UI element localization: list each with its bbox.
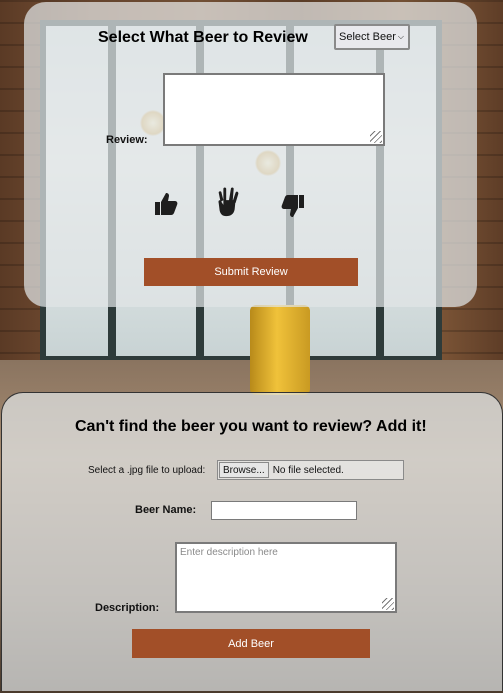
thumbs-down-icon[interactable] bbox=[278, 191, 308, 221]
review-textarea[interactable] bbox=[163, 73, 385, 146]
add-beer-title: Can't find the beer you want to review? … bbox=[75, 418, 427, 435]
file-status: No file selected. bbox=[272, 464, 344, 476]
file-upload-input[interactable]: Browse... No file selected. bbox=[217, 460, 404, 480]
resize-grip-icon[interactable] bbox=[382, 598, 394, 610]
beer-name-input[interactable] bbox=[211, 501, 357, 520]
yellow-keg bbox=[250, 305, 310, 395]
beer-select[interactable]: Select Beer ⌵ bbox=[334, 24, 410, 50]
description-placeholder: Enter description here bbox=[180, 547, 278, 558]
review-title: Select What Beer to Review bbox=[98, 29, 308, 46]
vulcan-salute-icon[interactable] bbox=[214, 187, 244, 217]
beer-name-label: Beer Name: bbox=[135, 504, 197, 516]
chevron-down-icon: ⌵ bbox=[397, 32, 404, 41]
file-upload-label: Select a .jpg file to upload: bbox=[88, 465, 206, 476]
add-beer-button[interactable]: Add Beer bbox=[132, 629, 370, 658]
thumbs-up-icon[interactable] bbox=[151, 189, 181, 219]
browse-button[interactable]: Browse... bbox=[219, 462, 269, 478]
resize-grip-icon[interactable] bbox=[370, 131, 382, 143]
description-label: Description: bbox=[95, 602, 160, 614]
beer-select-value: Select Beer bbox=[339, 31, 396, 43]
description-textarea[interactable]: Enter description here bbox=[175, 542, 397, 613]
review-label: Review: bbox=[106, 134, 148, 146]
submit-review-button[interactable]: Submit Review bbox=[144, 258, 358, 286]
